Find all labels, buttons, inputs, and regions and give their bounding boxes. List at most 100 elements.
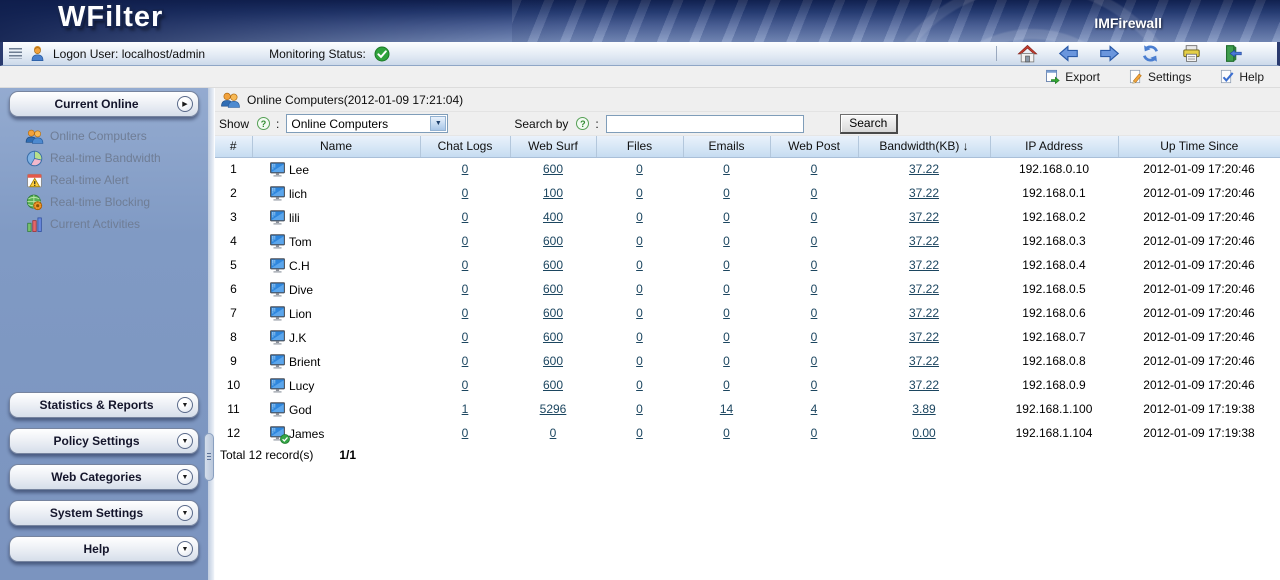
emails-link[interactable]: 0: [723, 426, 730, 440]
sidebar-item-online-computers[interactable]: Online Computers: [9, 125, 199, 147]
column-header-name[interactable]: Name: [252, 136, 420, 157]
chat-logs-link[interactable]: 0: [462, 162, 469, 176]
emails-link[interactable]: 0: [723, 210, 730, 224]
files-link[interactable]: 0: [636, 426, 643, 440]
sidebar-item-current-activities[interactable]: Current Activities: [9, 213, 199, 235]
chat-logs-link[interactable]: 0: [462, 234, 469, 248]
column-header-bandwidth-kb[interactable]: Bandwidth(KB) ↓: [858, 136, 990, 157]
web-post-link[interactable]: 0: [811, 162, 818, 176]
print-icon[interactable]: [1181, 44, 1202, 63]
chevron-down-icon[interactable]: ▼: [177, 505, 193, 521]
web-surf-link[interactable]: 5296: [540, 402, 567, 416]
files-link[interactable]: 0: [636, 210, 643, 224]
bandwidth-link[interactable]: 37.22: [909, 378, 939, 392]
bandwidth-link[interactable]: 37.22: [909, 354, 939, 368]
emails-link[interactable]: 0: [723, 378, 730, 392]
column-header-web-post[interactable]: Web Post: [770, 136, 858, 157]
web-surf-link[interactable]: 600: [543, 162, 563, 176]
emails-link[interactable]: 0: [723, 306, 730, 320]
files-link[interactable]: 0: [636, 234, 643, 248]
menu-grip-icon[interactable]: [9, 48, 22, 59]
files-link[interactable]: 0: [636, 354, 643, 368]
home-icon[interactable]: [1017, 44, 1038, 63]
files-link[interactable]: 0: [636, 330, 643, 344]
chevron-down-icon[interactable]: ▼: [177, 469, 193, 485]
bandwidth-link[interactable]: 37.22: [909, 258, 939, 272]
files-link[interactable]: 0: [636, 378, 643, 392]
sidebar-item-real-time-bandwidth[interactable]: Real-time Bandwidth: [9, 147, 199, 169]
emails-link[interactable]: 0: [723, 258, 730, 272]
web-post-link[interactable]: 0: [811, 210, 818, 224]
chevron-down-icon[interactable]: ▼: [177, 541, 193, 557]
emails-link[interactable]: 0: [723, 234, 730, 248]
chat-logs-link[interactable]: 0: [462, 282, 469, 296]
sidebar-section-policy-settings[interactable]: Policy Settings▼: [9, 428, 199, 454]
web-post-link[interactable]: 0: [811, 426, 818, 440]
web-surf-link[interactable]: 100: [543, 186, 563, 200]
web-post-link[interactable]: 0: [811, 258, 818, 272]
files-link[interactable]: 0: [636, 306, 643, 320]
sidebar-section-statistics-reports[interactable]: Statistics & Reports▼: [9, 392, 199, 418]
sidebar-section-web-categories[interactable]: Web Categories▼: [9, 464, 199, 490]
help-question-icon[interactable]: ?: [257, 117, 270, 130]
search-input[interactable]: [606, 115, 804, 133]
emails-link[interactable]: 0: [723, 330, 730, 344]
bandwidth-link[interactable]: 37.22: [909, 306, 939, 320]
emails-link[interactable]: 0: [723, 186, 730, 200]
files-link[interactable]: 0: [636, 402, 643, 416]
web-post-link[interactable]: 0: [811, 234, 818, 248]
column-header-ip-address[interactable]: IP Address: [990, 136, 1118, 157]
sidebar-section-help[interactable]: Help▼: [9, 536, 199, 562]
bandwidth-link[interactable]: 37.22: [909, 162, 939, 176]
bandwidth-link[interactable]: 37.22: [909, 210, 939, 224]
emails-link[interactable]: 0: [723, 282, 730, 296]
chat-logs-link[interactable]: 0: [462, 186, 469, 200]
emails-link[interactable]: 0: [723, 162, 730, 176]
chevron-down-icon[interactable]: ▼: [177, 397, 193, 413]
splitter-handle[interactable]: [204, 433, 214, 481]
web-surf-link[interactable]: 0: [550, 426, 557, 440]
column-header-chat-logs[interactable]: Chat Logs: [420, 136, 510, 157]
sidebar-section-current-online[interactable]: Current Online ▶: [9, 91, 199, 117]
bandwidth-link[interactable]: 37.22: [909, 282, 939, 296]
web-post-link[interactable]: 0: [811, 186, 818, 200]
column-header-web-surf[interactable]: Web Surf: [510, 136, 596, 157]
web-surf-link[interactable]: 600: [543, 354, 563, 368]
web-surf-link[interactable]: 600: [543, 258, 563, 272]
search-button[interactable]: Search: [840, 114, 898, 134]
filter-select[interactable]: Online Computers ▼: [286, 114, 448, 133]
forward-arrow-icon[interactable]: [1099, 44, 1120, 63]
column-header-files[interactable]: Files: [596, 136, 683, 157]
column-header-up-time-since[interactable]: Up Time Since: [1118, 136, 1280, 157]
emails-link[interactable]: 0: [723, 354, 730, 368]
settings-button[interactable]: Settings: [1128, 69, 1191, 84]
web-surf-link[interactable]: 400: [543, 210, 563, 224]
web-post-link[interactable]: 0: [811, 282, 818, 296]
chevron-right-icon[interactable]: ▶: [177, 96, 193, 112]
bandwidth-link[interactable]: 3.89: [912, 402, 935, 416]
web-post-link[interactable]: 0: [811, 378, 818, 392]
help-question-icon[interactable]: ?: [576, 117, 589, 130]
chat-logs-link[interactable]: 0: [462, 210, 469, 224]
web-surf-link[interactable]: 600: [543, 306, 563, 320]
files-link[interactable]: 0: [636, 282, 643, 296]
chat-logs-link[interactable]: 0: [462, 426, 469, 440]
web-surf-link[interactable]: 600: [543, 234, 563, 248]
chat-logs-link[interactable]: 0: [462, 306, 469, 320]
web-surf-link[interactable]: 600: [543, 282, 563, 296]
chat-logs-link[interactable]: 0: [462, 258, 469, 272]
help-button[interactable]: Help: [1219, 69, 1264, 84]
export-button[interactable]: Export: [1045, 69, 1100, 84]
chat-logs-link[interactable]: 0: [462, 378, 469, 392]
web-post-link[interactable]: 0: [811, 330, 818, 344]
bandwidth-link[interactable]: 37.22: [909, 330, 939, 344]
column-header-emails[interactable]: Emails: [683, 136, 770, 157]
column-header-[interactable]: #: [215, 136, 252, 157]
sidebar-section-system-settings[interactable]: System Settings▼: [9, 500, 199, 526]
sidebar-item-real-time-blocking[interactable]: Real-time Blocking: [9, 191, 199, 213]
chevron-down-icon[interactable]: ▼: [430, 116, 446, 131]
chat-logs-link[interactable]: 0: [462, 330, 469, 344]
web-post-link[interactable]: 0: [811, 354, 818, 368]
bandwidth-link[interactable]: 37.22: [909, 186, 939, 200]
chat-logs-link[interactable]: 1: [462, 402, 469, 416]
